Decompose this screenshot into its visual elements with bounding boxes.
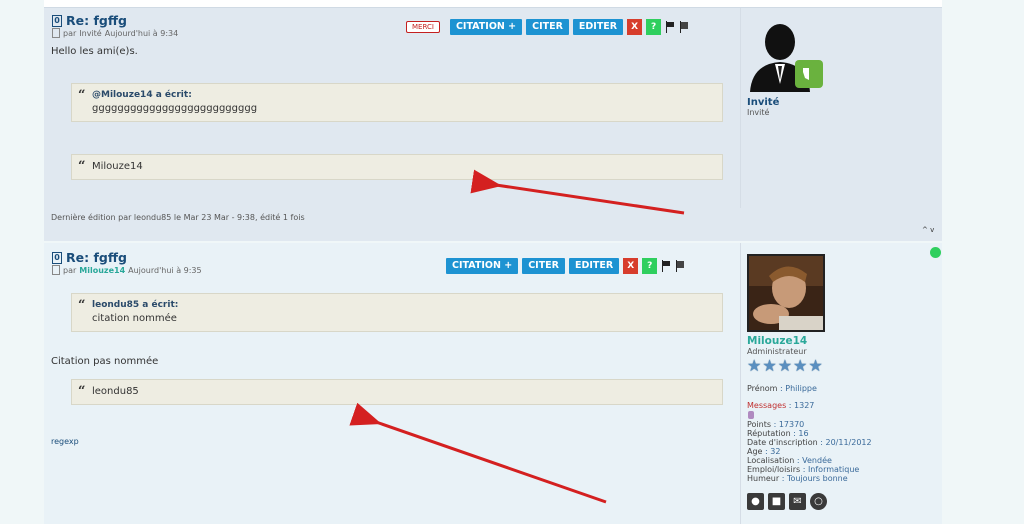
arrow-2 bbox=[349, 402, 607, 504]
annotation-arrows bbox=[349, 169, 685, 504]
arrow-1 bbox=[470, 169, 685, 215]
